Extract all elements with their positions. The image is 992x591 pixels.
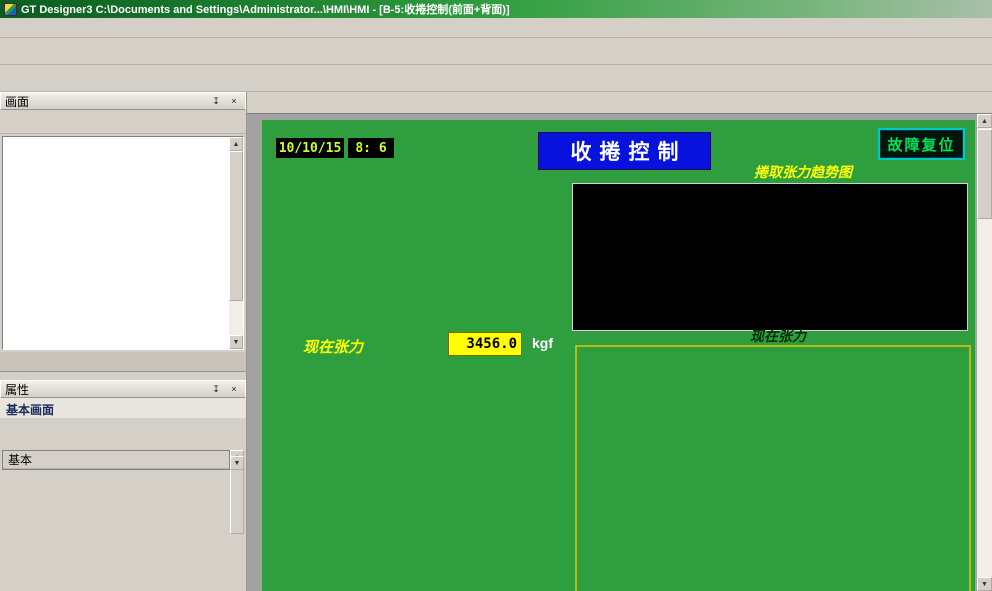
left-dock: 画面 ↧ × ▲ ▼ 属性 ↧ × 基本画面: [0, 92, 247, 591]
scroll-down-icon[interactable]: ▼: [977, 577, 992, 591]
app-icon: [4, 3, 17, 16]
screens-tree: ▲ ▼: [2, 136, 244, 350]
tension-label: 现在张力: [303, 336, 363, 357]
toolbar-main: [0, 38, 992, 65]
toolbar-drawing: [0, 65, 992, 92]
date-display[interactable]: 10/10/15: [276, 138, 344, 158]
scroll-up-icon[interactable]: ▲: [229, 137, 243, 151]
main-area: 10/10/15 8: 6 收捲控制 故障复位 捲取张力趋势图 现在张力 现在张…: [247, 92, 992, 591]
property-object-type: 基本画面: [0, 398, 246, 418]
menu-bar: [0, 18, 992, 38]
properties-panel-header: 属性 ↧ ×: [0, 380, 246, 398]
screen-title: 收捲控制: [538, 132, 711, 170]
trend-chart-title: 捲取张力趋势图: [754, 162, 852, 182]
panel-splitter[interactable]: [0, 372, 246, 380]
canvas-scroll-thumb[interactable]: [977, 129, 992, 219]
roll-change-panel: [575, 345, 971, 591]
pin-icon[interactable]: ↧: [209, 95, 223, 108]
properties-panel-title: 属性: [5, 381, 29, 398]
tree-scrollbar[interactable]: ▲ ▼: [229, 137, 243, 349]
canvas-scrollbar[interactable]: ▲ ▼: [977, 114, 992, 591]
scroll-up-icon[interactable]: ▲: [977, 114, 992, 128]
close-icon[interactable]: ×: [227, 95, 241, 108]
pin-icon[interactable]: ↧: [209, 383, 223, 396]
gt-designer3-window: GT Designer3 C:\Documents and Settings\A…: [0, 0, 992, 591]
screens-panel-title: 画面: [5, 93, 29, 110]
screens-panel-toolbar: [0, 110, 246, 134]
screens-panel-header: 画面 ↧ ×: [0, 92, 246, 110]
hmi-screen-canvas[interactable]: 10/10/15 8: 6 收捲控制 故障复位 捲取张力趋势图 现在张力 现在张…: [262, 120, 975, 591]
scroll-down-icon[interactable]: ▼: [230, 456, 244, 470]
fault-reset-button[interactable]: 故障复位: [878, 128, 965, 160]
document-tab-bar: [247, 92, 992, 114]
property-grid-wrap: 基本 ▲ ▼: [2, 450, 244, 470]
properties-scroll-thumb[interactable]: [230, 464, 244, 534]
property-group-basic[interactable]: 基本: [3, 451, 229, 469]
tension-unit: kgf: [532, 335, 553, 351]
property-grid: 基本: [2, 450, 230, 470]
scroll-down-icon[interactable]: ▼: [229, 335, 243, 349]
title-bar: GT Designer3 C:\Documents and Settings\A…: [0, 0, 992, 18]
properties-scrollbar[interactable]: ▲ ▼: [230, 450, 244, 470]
tree-scroll-thumb[interactable]: [229, 151, 243, 301]
window-title: GT Designer3 C:\Documents and Settings\A…: [21, 1, 510, 17]
close-icon[interactable]: ×: [227, 383, 241, 396]
dock-tab-bar: [0, 352, 246, 372]
trend-caption: 现在张力: [750, 326, 806, 346]
time-display[interactable]: 8: 6: [348, 138, 394, 158]
tension-value[interactable]: 3456.0: [448, 332, 522, 356]
editor-canvas[interactable]: 10/10/15 8: 6 收捲控制 故障复位 捲取张力趋势图 现在张力 现在张…: [247, 114, 992, 591]
tension-trend-chart[interactable]: [572, 183, 968, 331]
